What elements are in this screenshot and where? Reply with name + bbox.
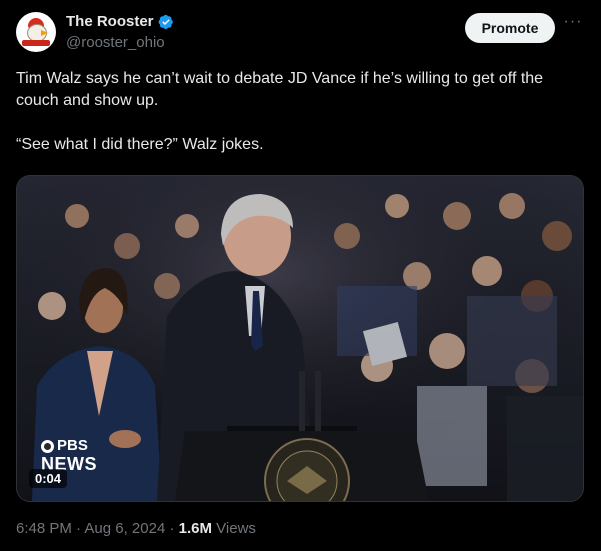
meta-separator: ·: [169, 520, 175, 537]
more-icon[interactable]: ···: [563, 14, 583, 36]
pbs-logo-icon: [41, 439, 54, 453]
author-name-row: The Rooster: [66, 13, 174, 30]
video-frame: [17, 176, 583, 501]
meta-separator: ·: [76, 520, 82, 537]
video-player[interactable]: PBS NEWS 0:04: [16, 175, 584, 502]
avatar[interactable]: [16, 12, 56, 52]
tweet-paragraph: Tim Walz says he can’t wait to debate JD…: [16, 70, 544, 109]
rooster-banner: [22, 40, 50, 46]
tweet-date[interactable]: Aug 6, 2024: [84, 520, 165, 537]
promote-button[interactable]: Promote: [465, 13, 555, 43]
display-name[interactable]: The Rooster: [66, 13, 154, 30]
video-duration: 0:04: [29, 469, 68, 488]
tweet-meta: 6:48 PM · Aug 6, 2024 · 1.6M Views: [16, 520, 256, 537]
tweet-text: Tim Walz says he can’t wait to debate JD…: [16, 68, 576, 156]
rooster-beak: [41, 30, 48, 36]
author-handle[interactable]: @rooster_ohio: [66, 34, 165, 51]
watermark-top: PBS: [57, 437, 88, 454]
views-label: Views: [216, 520, 256, 537]
tweet-time[interactable]: 6:48 PM: [16, 520, 72, 537]
verified-badge-icon: [158, 14, 173, 29]
views-count[interactable]: 1.6M: [179, 520, 212, 537]
tweet-paragraph: “See what I did there?” Walz jokes.: [16, 136, 264, 153]
